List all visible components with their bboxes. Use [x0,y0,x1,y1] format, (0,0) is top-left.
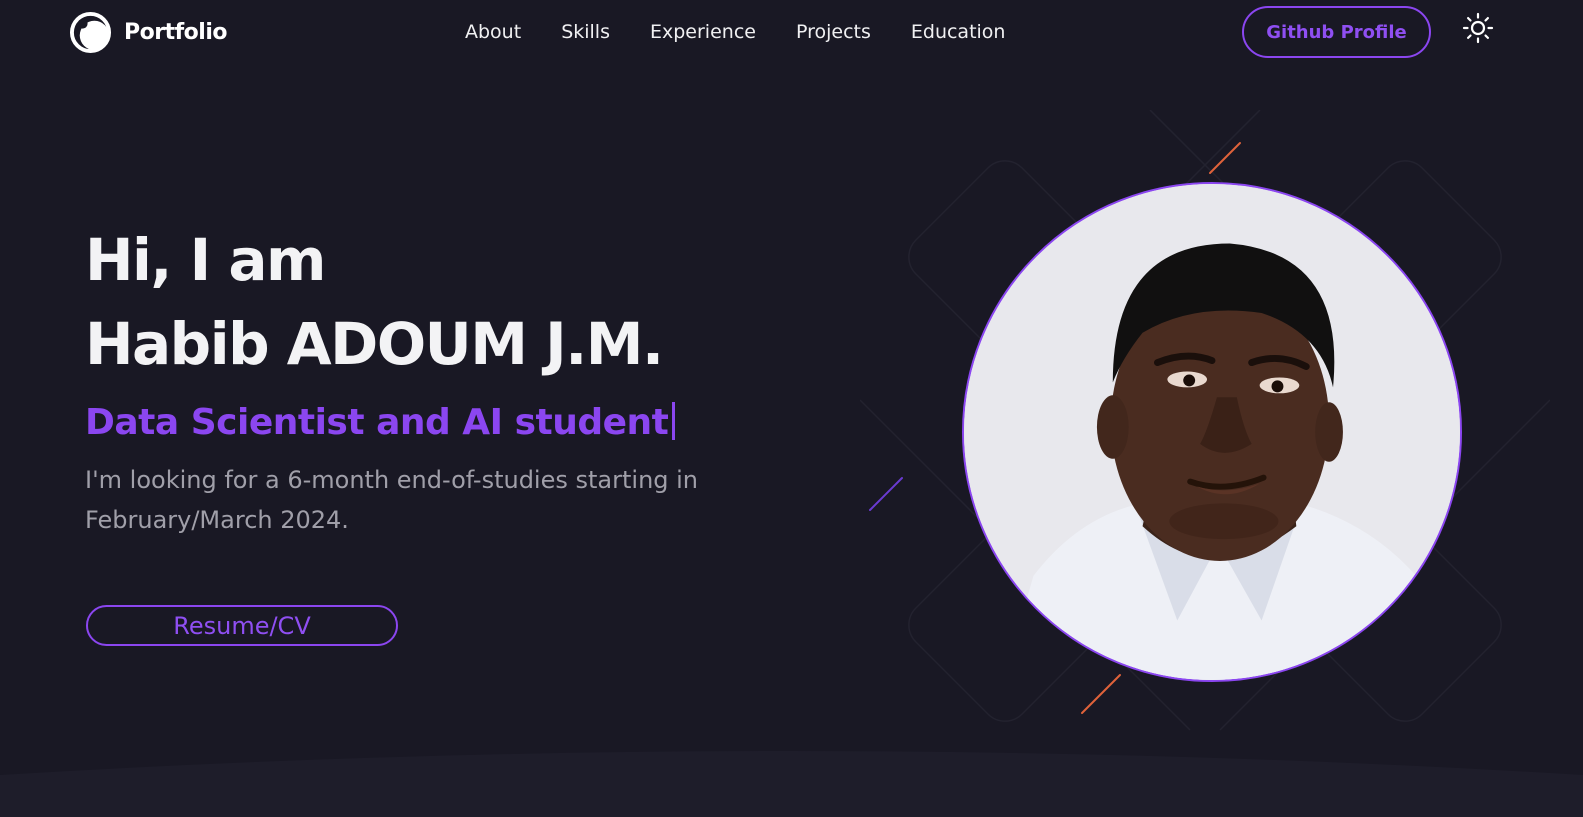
site-header: Portfolio About Skills Experience Projec… [0,0,1583,64]
hero-role-line: Data Scientist and AI student [85,398,785,448]
hero-role: Data Scientist and AI student [85,402,669,443]
nav-item-about[interactable]: About [465,18,521,46]
resume-cv-button[interactable]: Resume/CV [86,605,398,646]
hero-greeting: Hi, I am [85,226,327,294]
nav-item-education[interactable]: Education [911,18,1006,46]
hero-name: Habib ADOUM J.M. [85,310,664,378]
nav-item-experience[interactable]: Experience [650,18,756,46]
next-section-edge [0,751,1583,817]
sun-icon[interactable] [1462,12,1494,44]
brand-name: Portfolio [124,20,228,45]
typing-caret [672,402,676,440]
brand-link[interactable]: Portfolio [69,11,228,54]
hero-description: I'm looking for a 6-month end-of-studies… [85,466,699,534]
profile-photo-illustration [964,184,1460,680]
github-profile-button[interactable]: Github Profile [1242,6,1431,58]
portfolio-page: Portfolio About Skills Experience Projec… [0,0,1583,817]
profile-photo [962,182,1462,682]
nav-item-projects[interactable]: Projects [796,18,871,46]
main-nav: About Skills Experience Projects Educati… [465,18,1005,46]
hero-heading: Hi, I am Habib ADOUM J.M. [85,218,785,386]
nav-item-skills[interactable]: Skills [561,18,610,46]
logo-ring-icon [69,11,112,54]
hero-section: Hi, I am Habib ADOUM J.M. Data Scientist… [85,218,785,540]
